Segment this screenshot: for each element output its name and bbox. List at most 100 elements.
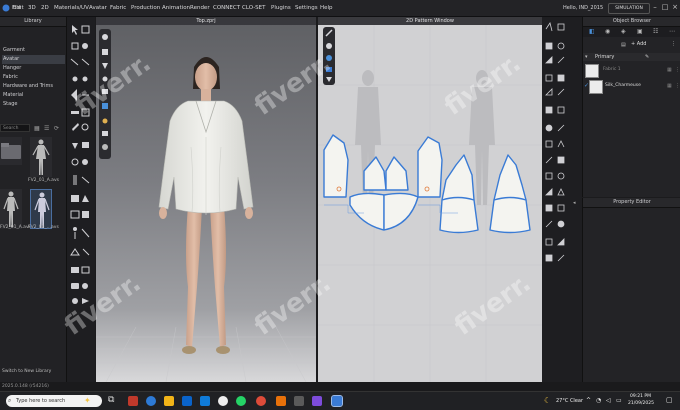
user-greeting[interactable]: Hello, IND_2015: [563, 0, 603, 16]
library-item-hanger[interactable]: Hanger: [2, 64, 65, 73]
clo3d-app-icon[interactable]: [331, 395, 343, 407]
fabric-tab-icon[interactable]: ◧: [589, 28, 595, 35]
library-item-stage[interactable]: Stage: [2, 100, 65, 109]
volume-icon[interactable]: ◁: [606, 397, 611, 404]
pattern-piece-back-skirt-left: [439, 196, 479, 234]
refresh-icon[interactable]: ⟳: [54, 125, 59, 132]
library-item-hardware[interactable]: Hardware and Trims: [2, 82, 65, 91]
fabric-2-pattern-icon[interactable]: ▦: [667, 83, 672, 89]
library-search-input[interactable]: Search: [0, 124, 30, 132]
menu-item-animation[interactable]: Animation: [162, 0, 190, 16]
outlook-icon[interactable]: [200, 396, 210, 406]
library-thumb-avatar-2[interactable]: [0, 189, 22, 229]
trim-tab-icon[interactable]: ◈: [621, 28, 626, 35]
library-thumb-avatar-1[interactable]: [30, 137, 52, 177]
measure-icon: [71, 108, 90, 117]
file-explorer-icon[interactable]: [164, 396, 174, 406]
avatar-right-shoe: [216, 346, 230, 354]
fold-icon: [71, 89, 89, 101]
library-item-fabric[interactable]: Fabric: [2, 73, 65, 82]
weather-text[interactable]: 27°C Clear: [556, 398, 583, 404]
record-icon: [72, 298, 89, 304]
fabric-2-menu-icon[interactable]: ⋮: [675, 83, 680, 89]
search-highlight-icon[interactable]: ✦: [84, 396, 91, 405]
grid-view-icon[interactable]: ▦: [34, 125, 40, 132]
weather-icon[interactable]: ☾: [544, 396, 551, 405]
more-options-icon[interactable]: ⋮: [671, 41, 676, 47]
edit-icon[interactable]: ✎: [645, 53, 649, 61]
avatar-figure[interactable]: [96, 17, 316, 382]
panel-collapse-icon[interactable]: ◂: [573, 200, 576, 206]
topstitch-tab-icon[interactable]: ☷: [653, 28, 658, 35]
pattern-canvas[interactable]: [318, 25, 542, 382]
menu-item-fabric[interactable]: Fabric: [110, 0, 126, 16]
chrome-icon[interactable]: [256, 396, 266, 406]
edge-icon[interactable]: [146, 396, 156, 406]
fabric-row-2[interactable]: ✓ Silk_Charmeuse ▦ ⋮: [584, 79, 680, 95]
pattern-pen-icon: [325, 29, 333, 37]
menu-item-render[interactable]: Render: [190, 0, 210, 16]
app-icon-9[interactable]: [276, 396, 286, 406]
pattern-display-tools: [323, 27, 335, 85]
battery-icon[interactable]: ▭: [616, 397, 622, 404]
segment-sew-icon: [557, 88, 565, 96]
switch-library-link[interactable]: Switch to New Library: [2, 369, 51, 374]
menu-item-production[interactable]: Production: [131, 0, 160, 16]
library-item-avatar[interactable]: Avatar: [2, 55, 65, 64]
list-view-icon[interactable]: ☰: [44, 125, 49, 132]
toolbar-2d-icons[interactable]: [542, 17, 582, 277]
button-tab-icon[interactable]: ◉: [605, 28, 610, 35]
add-fabric-button[interactable]: + Add: [631, 41, 646, 47]
library-thumb-folder[interactable]: [0, 137, 22, 165]
menu-item-3d[interactable]: 3D: [28, 0, 36, 16]
menu-item-avatar[interactable]: Avatar: [89, 0, 107, 16]
menu-item-connect[interactable]: CONNECT: [213, 0, 240, 16]
maximize-icon[interactable]: □: [661, 2, 669, 12]
more-tab-icon[interactable]: ⋯: [669, 28, 675, 35]
app-icon-1[interactable]: [128, 396, 138, 406]
close-icon[interactable]: ×: [671, 2, 679, 12]
library-item-garment[interactable]: Garment: [2, 46, 65, 55]
app-icon-4[interactable]: [182, 396, 192, 406]
viewport-3d[interactable]: Top.zprj: [96, 17, 316, 382]
menu-item-clo-set[interactable]: CLO-SET: [242, 0, 266, 16]
minimize-icon[interactable]: –: [651, 2, 659, 12]
network-icon[interactable]: ◔: [596, 397, 601, 404]
library-thumb-avatar-3[interactable]: [30, 189, 52, 229]
clock-date[interactable]: 21/09/2025: [628, 401, 654, 406]
menu-item-help[interactable]: Help: [320, 0, 333, 16]
toolbar-3d-icons[interactable]: [67, 17, 95, 307]
tray-chevron-icon[interactable]: ^: [586, 397, 591, 404]
library-title: Library: [0, 17, 66, 27]
library-panel: Library Garment Avatar Hanger Fabric Har…: [0, 17, 67, 382]
app-icon-11[interactable]: [312, 396, 322, 406]
fabric-swatch-1[interactable]: [585, 64, 599, 78]
graphic-tab-icon[interactable]: ▣: [637, 28, 643, 35]
notification-icon[interactable]: ▢: [666, 396, 673, 404]
tape-icon: [557, 238, 565, 246]
fabric-1-menu-icon[interactable]: ⋮: [675, 67, 680, 73]
pattern-window-2d[interactable]: 2D Pattern Window: [318, 17, 542, 382]
library-thumb-label-1: FV2_01_A.avs: [28, 178, 59, 183]
pattern-piece-skirt-right: [383, 192, 419, 231]
menu-item-materials[interactable]: Materials/UV: [54, 0, 89, 16]
app-logo-icon[interactable]: [2, 0, 10, 16]
clock-time[interactable]: 09:21 PM: [630, 394, 651, 399]
primary-section[interactable]: ▾ Primary ✎: [583, 53, 680, 61]
menu-item-plugins[interactable]: Plugins: [271, 0, 291, 16]
library-item-material[interactable]: Material: [2, 91, 65, 100]
simulation-mode-badge[interactable]: SIMULATION: [608, 3, 650, 14]
task-view-icon[interactable]: ⧉: [108, 395, 114, 405]
whatsapp-icon[interactable]: [236, 396, 246, 406]
app-icon-10[interactable]: [294, 396, 304, 406]
menu-item-settings[interactable]: Settings: [295, 0, 318, 16]
fabric-row-1[interactable]: Fabric 1 ▦ ⋮: [585, 63, 680, 79]
pattern-piece-back-right: [493, 154, 527, 201]
folder-icon[interactable]: ▤: [621, 42, 626, 48]
fabric-swatch-2[interactable]: [589, 80, 603, 94]
fabric-1-pattern-icon[interactable]: ▦: [667, 67, 672, 73]
app-icon-6[interactable]: [218, 396, 228, 406]
menu-item-2d[interactable]: 2D: [41, 0, 49, 16]
menu-item-edit[interactable]: Edit: [13, 0, 24, 16]
collapse-icon[interactable]: ▾: [585, 53, 588, 61]
